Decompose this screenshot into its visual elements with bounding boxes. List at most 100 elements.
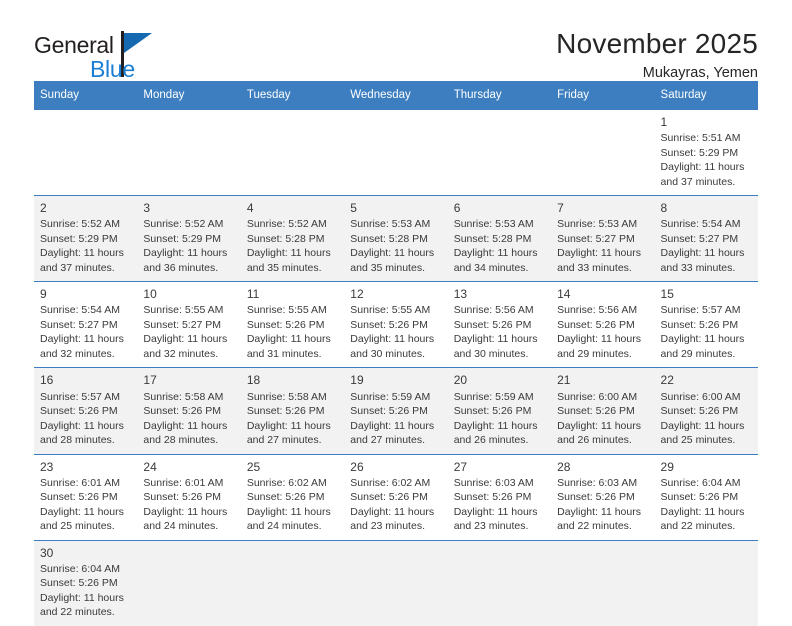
day-sunset-text: Sunset: 5:26 PM — [40, 577, 118, 590]
day-number: 27 — [453, 459, 468, 474]
calendar-day-cell[interactable]: 14 Sunrise: 5:56 AM Sunset: 5:26 PM Dayligh… — [551, 281, 655, 368]
day-sun-info: Sunrise: 6:04 AM Sunset: 5:26 PM Daylight:… — [40, 562, 131, 620]
calendar-day-cell[interactable]: 19 Sunrise: 5:59 AM Sunset: 5:26 PM Dayligh… — [344, 367, 448, 454]
day-sunrise-text: Sunrise: 5:54 AM — [660, 218, 741, 231]
calendar-body: 1 Sunrise: 5:51 AM Sunset: 5:29 PM Daylight… — [34, 108, 758, 626]
day-daylight-line2-text: and 28 minutes. — [40, 434, 115, 447]
calendar-day-cell[interactable]: 28 Sunrise: 6:03 AM Sunset: 5:26 PM Dayligh… — [551, 453, 655, 541]
day-sunset-text: Sunset: 5:26 PM — [246, 318, 325, 331]
day-sunrise-text: Sunrise: 5:53 AM — [453, 218, 534, 231]
calendar-day-cell[interactable]: 6 Sunrise: 5:53 AM Sunset: 5:28 PM Daylight… — [447, 195, 552, 282]
calendar-day-cell-empty — [344, 108, 448, 196]
weekday-header-saturday: Saturday — [654, 81, 758, 110]
day-daylight-line1-text: Daylight: 11 hours — [557, 505, 641, 518]
weekday-header-row: Sunday Monday Tuesday Wednesday Thursday… — [34, 81, 758, 110]
calendar-day-cell[interactable]: 20 Sunrise: 5:59 AM Sunset: 5:26 PM Dayligh… — [447, 367, 552, 454]
calendar-day-cell[interactable]: 13 Sunrise: 5:56 AM Sunset: 5:26 PM Dayligh… — [447, 281, 552, 368]
day-sunrise-text: Sunrise: 5:51 AM — [660, 132, 741, 145]
calendar-day-cell[interactable]: 26 Sunrise: 6:02 AM Sunset: 5:26 PM Dayligh… — [344, 453, 448, 541]
calendar-day-cell[interactable]: 24 Sunrise: 6:01 AM Sunset: 5:26 PM Dayligh… — [137, 453, 241, 541]
weekday-header-wednesday: Wednesday — [344, 81, 448, 110]
day-sunset-text: Sunset: 5:26 PM — [660, 491, 739, 504]
day-daylight-line1-text: Daylight: 11 hours — [143, 419, 228, 432]
day-sun-info: Sunrise: 5:52 AM Sunset: 5:29 PM Daylight:… — [143, 217, 234, 275]
day-sunset-text: Sunset: 5:26 PM — [350, 318, 428, 331]
day-daylight-line2-text: and 25 minutes. — [40, 520, 115, 533]
day-daylight-line1-text: Daylight: 11 hours — [40, 505, 124, 518]
day-daylight-line1-text: Daylight: 11 hours — [660, 161, 745, 174]
calendar-page: General Blue November 2025 Mukayras, Yem… — [0, 0, 792, 626]
day-sun-info: Sunrise: 6:03 AM Sunset: 5:26 PM Daylight:… — [454, 476, 545, 534]
day-number: 2 — [40, 201, 47, 216]
day-sun-info: Sunrise: 6:04 AM Sunset: 5:26 PM Daylight:… — [661, 476, 752, 534]
calendar-day-cell-empty — [654, 539, 758, 626]
calendar-day-cell[interactable]: 9 Sunrise: 5:54 AM Sunset: 5:27 PM Daylight… — [34, 281, 138, 368]
day-daylight-line2-text: and 35 minutes. — [350, 261, 425, 274]
day-number: 13 — [453, 287, 468, 302]
day-sunrise-text: Sunrise: 6:02 AM — [350, 476, 431, 489]
day-sunset-text: Sunset: 5:27 PM — [557, 232, 635, 245]
calendar-day-cell[interactable]: 18 Sunrise: 5:58 AM Sunset: 5:26 PM Dayligh… — [240, 367, 345, 454]
calendar-day-cell[interactable]: 21 Sunrise: 6:00 AM Sunset: 5:26 PM Dayligh… — [551, 367, 655, 454]
day-sunset-text: Sunset: 5:28 PM — [350, 232, 428, 245]
calendar-day-cell[interactable]: 4 Sunrise: 5:52 AM Sunset: 5:28 PM Daylight… — [240, 195, 345, 282]
calendar-day-cell[interactable]: 17 Sunrise: 5:58 AM Sunset: 5:26 PM Dayligh… — [137, 367, 241, 454]
calendar-day-cell[interactable]: 3 Sunrise: 5:52 AM Sunset: 5:29 PM Daylight… — [137, 195, 241, 282]
calendar-day-cell[interactable]: 22 Sunrise: 6:00 AM Sunset: 5:26 PM Dayligh… — [654, 367, 758, 454]
day-sunrise-text: Sunrise: 6:03 AM — [453, 476, 534, 489]
day-daylight-line1-text: Daylight: 11 hours — [143, 247, 228, 260]
day-sun-info: Sunrise: 5:58 AM Sunset: 5:26 PM Daylight:… — [143, 390, 234, 448]
day-sunrise-text: Sunrise: 5:56 AM — [453, 304, 534, 317]
day-sunrise-text: Sunrise: 5:58 AM — [143, 390, 224, 403]
calendar-day-cell-empty — [137, 108, 241, 196]
day-daylight-line1-text: Daylight: 11 hours — [660, 419, 745, 432]
day-sunrise-text: Sunrise: 5:57 AM — [40, 390, 120, 403]
day-number: 23 — [40, 459, 54, 474]
calendar-day-cell[interactable]: 16 Sunrise: 5:57 AM Sunset: 5:26 PM Dayligh… — [34, 367, 138, 454]
day-sunset-text: Sunset: 5:26 PM — [143, 491, 222, 504]
calendar-day-cell[interactable]: 7 Sunrise: 5:53 AM Sunset: 5:27 PM Daylight… — [551, 195, 655, 282]
calendar-day-cell[interactable]: 1 Sunrise: 5:51 AM Sunset: 5:29 PM Daylight… — [654, 108, 758, 196]
day-daylight-line1-text: Daylight: 11 hours — [350, 505, 435, 518]
calendar-week-row: 9 Sunrise: 5:54 AM Sunset: 5:27 PM Daylight… — [34, 281, 758, 368]
day-sunset-text: Sunset: 5:26 PM — [40, 405, 118, 418]
day-sunrise-text: Sunrise: 6:01 AM — [143, 476, 224, 489]
calendar-week-row: 30 Sunrise: 6:04 AM Sunset: 5:26 PM Dayligh… — [34, 539, 758, 626]
calendar-day-cell[interactable]: 29 Sunrise: 6:04 AM Sunset: 5:26 PM Dayligh… — [654, 453, 758, 541]
calendar-day-cell[interactable]: 30 Sunrise: 6:04 AM Sunset: 5:26 PM Dayligh… — [34, 539, 138, 626]
general-blue-logo[interactable]: General Blue — [34, 28, 174, 84]
day-sunset-text: Sunset: 5:26 PM — [350, 491, 428, 504]
calendar-day-cell[interactable]: 10 Sunrise: 5:55 AM Sunset: 5:27 PM Dayligh… — [137, 281, 241, 368]
day-sunrise-text: Sunrise: 5:56 AM — [557, 304, 638, 317]
day-daylight-line2-text: and 25 minutes. — [660, 434, 736, 447]
page-header: General Blue November 2025 Mukayras, Yem… — [34, 0, 758, 81]
page-title: November 2025 — [556, 28, 758, 59]
calendar-day-cell[interactable]: 11 Sunrise: 5:55 AM Sunset: 5:26 PM Dayligh… — [240, 281, 345, 368]
day-sunrise-text: Sunrise: 5:55 AM — [350, 304, 431, 317]
day-daylight-line2-text: and 37 minutes. — [40, 261, 115, 274]
day-number: 22 — [660, 373, 674, 388]
calendar-day-cell[interactable]: 23 Sunrise: 6:01 AM Sunset: 5:26 PM Dayligh… — [34, 453, 138, 541]
calendar-day-cell[interactable]: 25 Sunrise: 6:02 AM Sunset: 5:26 PM Dayligh… — [240, 453, 345, 541]
day-daylight-line2-text: and 22 minutes. — [660, 520, 736, 533]
day-sunrise-text: Sunrise: 5:52 AM — [40, 218, 120, 231]
day-sunset-text: Sunset: 5:28 PM — [246, 232, 325, 245]
calendar-day-cell[interactable]: 2 Sunrise: 5:52 AM Sunset: 5:29 PM Daylight… — [34, 195, 138, 282]
calendar-day-cell[interactable]: 27 Sunrise: 6:03 AM Sunset: 5:26 PM Dayligh… — [447, 453, 552, 541]
day-number: 17 — [143, 373, 157, 388]
day-sunset-text: Sunset: 5:26 PM — [143, 405, 222, 418]
day-sun-info: Sunrise: 5:57 AM Sunset: 5:26 PM Daylight:… — [661, 303, 752, 361]
day-sun-info: Sunrise: 5:58 AM Sunset: 5:26 PM Daylight:… — [247, 390, 338, 448]
day-sun-info: Sunrise: 6:00 AM Sunset: 5:26 PM Daylight:… — [557, 390, 648, 448]
day-daylight-line1-text: Daylight: 11 hours — [350, 419, 435, 432]
day-number: 4 — [246, 201, 254, 216]
day-daylight-line1-text: Daylight: 11 hours — [40, 247, 124, 260]
calendar-day-cell[interactable]: 12 Sunrise: 5:55 AM Sunset: 5:26 PM Dayligh… — [344, 281, 448, 368]
day-sun-info: Sunrise: 5:56 AM Sunset: 5:26 PM Daylight:… — [557, 303, 648, 361]
calendar-day-cell[interactable]: 15 Sunrise: 5:57 AM Sunset: 5:26 PM Dayligh… — [654, 281, 758, 368]
day-sun-info: Sunrise: 6:01 AM Sunset: 5:26 PM Daylight:… — [40, 476, 131, 534]
calendar-day-cell-empty — [137, 539, 241, 626]
day-daylight-line1-text: Daylight: 11 hours — [453, 505, 538, 518]
calendar-day-cell[interactable]: 8 Sunrise: 5:54 AM Sunset: 5:27 PM Daylight… — [654, 195, 758, 282]
calendar-day-cell[interactable]: 5 Sunrise: 5:53 AM Sunset: 5:28 PM Daylight… — [344, 195, 448, 282]
